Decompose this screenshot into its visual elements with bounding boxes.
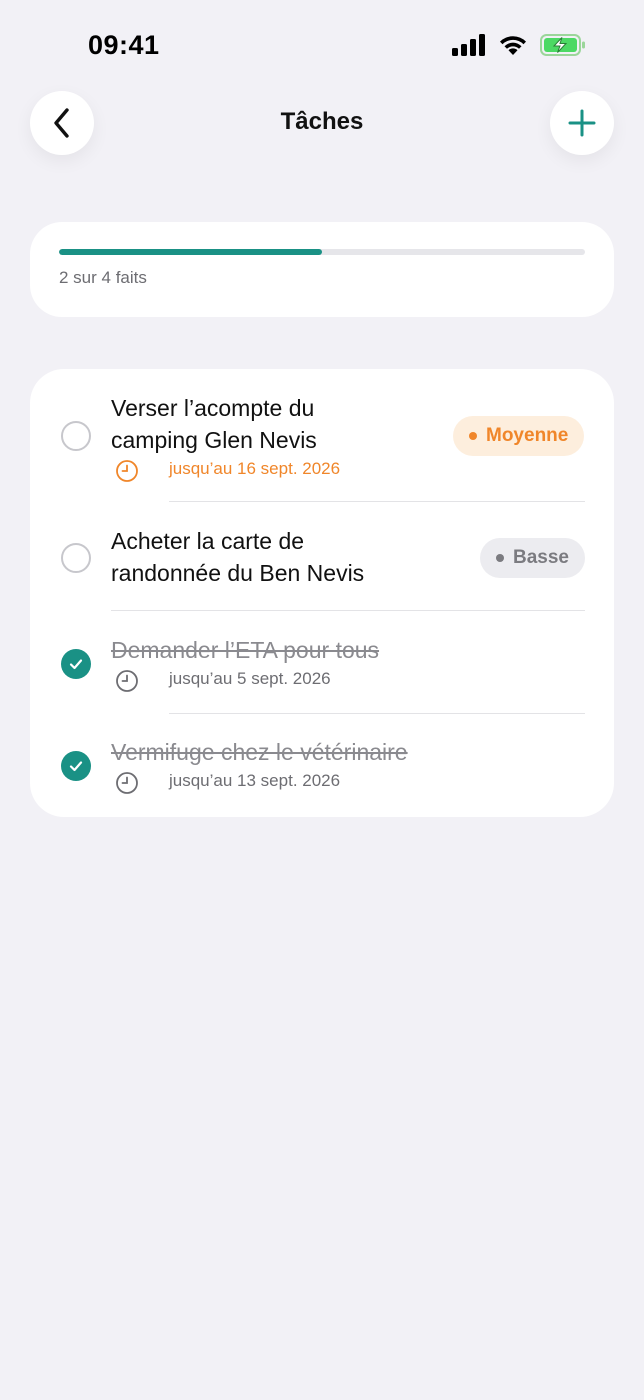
check-icon [69, 659, 83, 670]
page-title: Tâches [280, 108, 364, 135]
clock-icon [116, 670, 138, 692]
priority-dot [496, 554, 504, 562]
task-due: jusqu’au 16 sept. 2026 [115, 459, 340, 483]
check-icon [69, 761, 83, 772]
task-title: Verser l’acompte du camping Glen Nevis [111, 392, 317, 456]
battery-icon [540, 34, 585, 56]
task-due: jusqu’au 5 sept. 2026 [115, 669, 331, 693]
priority-label: Moyenne [486, 425, 569, 446]
task-due: jusqu’au 13 sept. 2026 [115, 771, 340, 795]
task-checkbox-checked[interactable] [61, 649, 91, 679]
priority-badge: Moyenne [453, 416, 585, 456]
task-title: Acheter la carte de randonnée du Ben Nev… [111, 525, 364, 589]
task-title-line: randonnée du Ben Nevis [111, 560, 365, 586]
priority-badge: Basse [480, 538, 585, 578]
task-item[interactable]: Acheter la carte de randonnée du Ben Nev… [30, 502, 614, 611]
progress-bar [59, 249, 585, 255]
plus-icon [568, 109, 596, 137]
priority-dot [469, 432, 477, 440]
task-item[interactable]: Demander l’ETA pour tous jusqu’au 5 sept… [30, 611, 614, 714]
task-list: Verser l’acompte du camping Glen Nevis j… [30, 369, 614, 817]
priority-label: Basse [513, 547, 569, 568]
task-checkbox[interactable] [61, 421, 91, 451]
task-title-line: Verser l’acompte du [111, 395, 315, 421]
status-icons [452, 34, 586, 56]
add-task-button[interactable] [550, 91, 614, 155]
progress-fill [59, 249, 322, 255]
wifi-icon [500, 36, 526, 55]
task-checkbox-checked[interactable] [61, 751, 91, 781]
signal-icon [452, 34, 485, 56]
due-date: jusqu’au 13 sept. 2026 [169, 771, 341, 790]
task-title: Demander l’ETA pour tous [111, 637, 380, 663]
due-date: jusqu’au 16 sept. 2026 [169, 459, 341, 478]
progress-card: 2 sur 4 faits [30, 222, 614, 317]
progress-label: 2 sur 4 faits [59, 268, 147, 287]
status-time: 09:41 [88, 30, 160, 60]
clock-icon [116, 460, 138, 482]
task-title-line: Acheter la carte de [111, 528, 305, 554]
task-title: Vermifuge chez le vétérinaire [111, 739, 408, 765]
due-date: jusqu’au 5 sept. 2026 [169, 669, 331, 688]
task-checkbox[interactable] [61, 543, 91, 573]
task-item[interactable]: Vermifuge chez le vétérinaire jusqu’au 1… [30, 714, 614, 817]
task-title-line: camping Glen Nevis [111, 427, 317, 453]
task-item[interactable]: Verser l’acompte du camping Glen Nevis j… [30, 369, 614, 502]
clock-icon [116, 772, 138, 794]
status-bar: 09:41 [0, 0, 644, 96]
